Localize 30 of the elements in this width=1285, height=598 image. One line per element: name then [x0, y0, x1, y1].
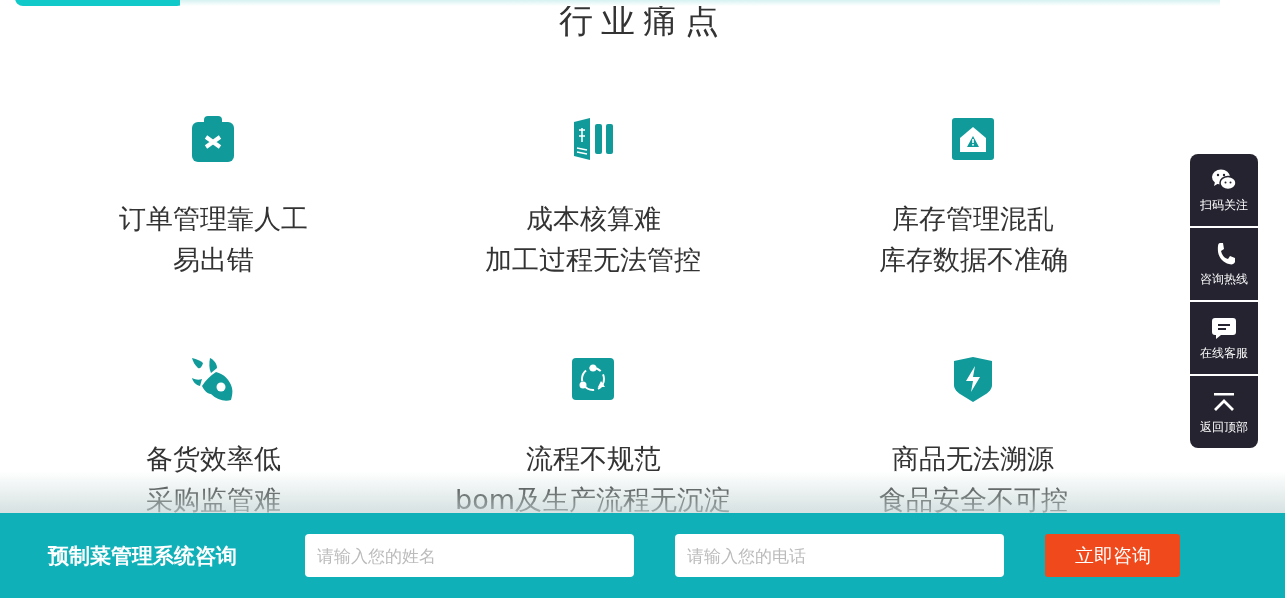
pain-point-text: 订单管理靠人工 — [118, 202, 308, 236]
wechat-icon — [1211, 167, 1237, 192]
house-warning-icon — [950, 116, 996, 162]
pain-point-text: bom及生产流程无沉淀 — [455, 483, 731, 513]
side-menu-label: 在线客服 — [1200, 345, 1248, 361]
side-menu-item[interactable]: 咨询热线 — [1190, 228, 1258, 300]
pain-point-text: 备货效率低 — [145, 442, 281, 476]
pain-point-text: 采购监管难 — [145, 483, 281, 513]
pain-point-text: 成本核算难 — [525, 202, 661, 236]
pain-point-text: 商品无法溯源 — [892, 442, 1054, 476]
cycle-icon — [570, 356, 616, 402]
input-field[interactable]: 请输入您的姓名 — [305, 534, 634, 577]
clipboard-x-icon — [190, 116, 236, 162]
consult-title: 预制菜管理系统咨询 — [48, 542, 238, 570]
section-title: 行业痛点 — [558, 0, 727, 40]
side-menu-label: 返回顶部 — [1200, 419, 1248, 435]
input-field[interactable]: 请输入您的电话 — [675, 534, 1004, 577]
side-menu-item[interactable]: 在线客服 — [1190, 302, 1258, 374]
chat-icon — [1211, 315, 1237, 340]
pain-point-text: 易出错 — [172, 243, 254, 277]
consult-button[interactable]: 立即咨询 — [1045, 534, 1180, 577]
pain-point-text: 库存管理混乱 — [892, 202, 1054, 236]
side-menu-item[interactable]: 扫码关注 — [1190, 154, 1258, 226]
pain-point-text: 流程不规范 — [525, 442, 661, 476]
pain-point-text: 库存数据不准确 — [878, 243, 1068, 277]
side-menu-label: 咨询热线 — [1200, 271, 1248, 287]
side-menu-label: 扫码关注 — [1200, 197, 1248, 213]
side-menu-item[interactable]: 返回顶部 — [1190, 376, 1258, 448]
pain-point-text: 加工过程无法管控 — [485, 243, 701, 277]
pain-point-text: 食品安全不可控 — [878, 483, 1068, 513]
